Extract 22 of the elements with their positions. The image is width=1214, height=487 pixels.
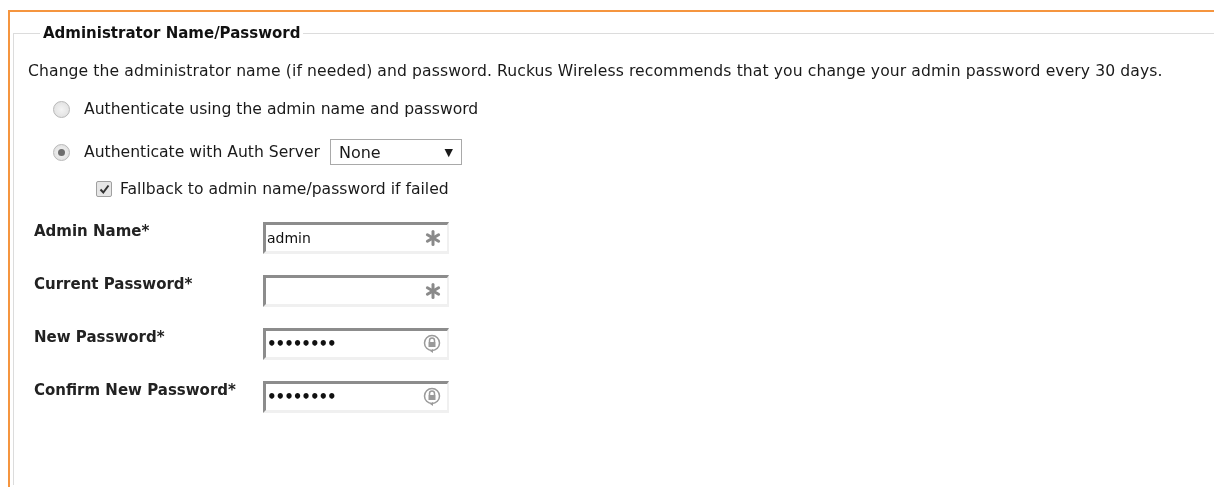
caret-icon: ▼: [444, 145, 453, 159]
field-label: New Password*: [34, 328, 166, 346]
input-field[interactable]: ••••••••: [263, 381, 449, 413]
radio-button[interactable]: [53, 100, 70, 118]
asterisk-icon: [425, 283, 441, 299]
radio-label: Authenticate with Auth Server: [84, 143, 320, 161]
input-field[interactable]: ••••••••: [263, 328, 449, 360]
description-text: Change the administrator name (if needed) and password. Ruckus Wireless recommends that you change your admin password every 30 days.: [28, 62, 1164, 80]
checkbox[interactable]: [96, 181, 112, 197]
radio-button[interactable]: [53, 143, 70, 161]
lock-icon: [423, 334, 441, 354]
field-label: Current Password*: [34, 275, 194, 293]
radio-label: Authenticate using the admin name and password: [84, 100, 479, 118]
asterisk-icon: [425, 230, 441, 246]
input-field[interactable]: admin: [263, 222, 449, 254]
input-field[interactable]: [263, 275, 449, 307]
field-label: Admin Name*: [34, 222, 151, 240]
checkbox-label: Fallback to admin name/password if failed: [120, 180, 449, 198]
lock-icon: [423, 387, 441, 407]
auth-server-dropdown[interactable]: None ▼: [329, 139, 462, 165]
field-label: Confirm New Password*: [34, 381, 237, 399]
section-title: Administrator Name/Password: [42, 24, 302, 42]
